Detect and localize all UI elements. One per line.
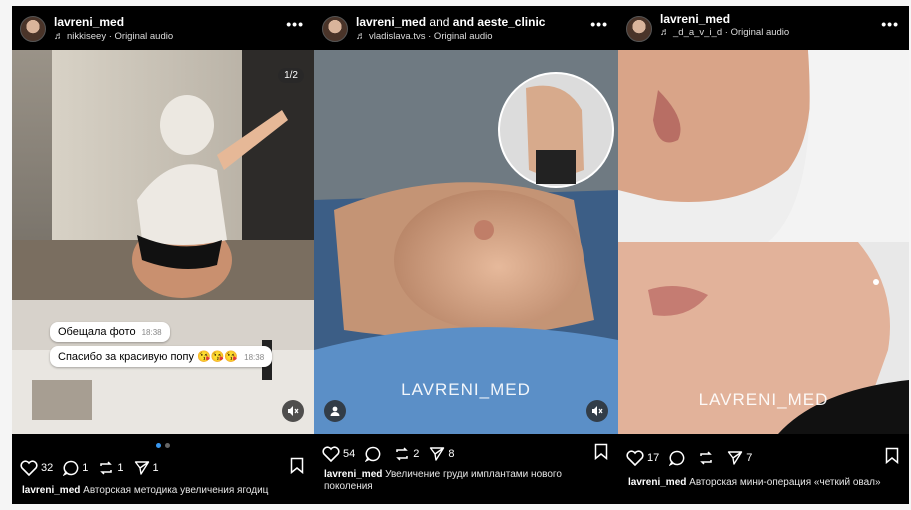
repost-button[interactable] [698,450,717,466]
share-button[interactable]: 7 [727,450,752,466]
send-icon [430,447,445,461]
like-count: 32 [41,462,54,474]
repost-icon [700,451,713,465]
heart-icon [322,446,340,462]
avatar[interactable] [322,16,348,42]
heart-icon [626,450,644,466]
post-caption: lavreni_med Авторская методика увеличени… [22,485,269,496]
bookmark-icon[interactable] [594,443,608,465]
post-header: lavreni_med and and aeste_clinic ♬ vladis… [314,6,618,50]
share-count: 7 [746,452,753,464]
chat-bubble: Спасибо за красивую попу 😘😘😘 18:38 [50,346,273,367]
comment-count: 1 [82,462,89,474]
photo-surgery [314,50,618,434]
audio-label[interactable]: ♬ nikkiseey · Original audio [54,31,173,42]
post-card-2: lavreni_med and and aeste_clinic ♬ vladis… [314,6,618,504]
more-dots-icon[interactable]: ••• [286,16,304,32]
muted-speaker-icon[interactable] [282,400,304,422]
repost-button[interactable]: 2 [394,446,419,462]
heart-icon [20,460,38,476]
share-count: 1 [152,462,159,474]
share-button[interactable]: 8 [429,446,455,462]
post-username[interactable]: lavreni_med and and aeste_clinic [356,15,545,29]
comment-button[interactable] [669,450,688,466]
share-button[interactable]: 1 [134,460,159,476]
bookmark-icon[interactable] [885,447,899,469]
watermark: LAVRENI_MED [698,390,829,409]
carousel-counter: 1/2 [278,68,304,83]
repost-icon [396,447,409,461]
post-media[interactable]: 1/2 Обещала фото 18:38 Спасибо за красиву… [12,50,314,434]
post-caption: lavreni_med Увеличение груди имплантами … [324,469,562,492]
carousel-dots [12,443,314,448]
send-icon [134,461,149,475]
post-username[interactable]: lavreni_med [54,15,124,29]
action-bar: 32 1 1 1 [20,457,306,479]
comment-button[interactable] [365,446,384,462]
music-note-icon: ♬ [660,27,670,38]
post-card-1: lavreni_med ♬ nikkiseey · Original audio … [12,6,314,504]
post-media[interactable]: LAVRENI_MED [618,50,909,434]
action-bar: 17 7 [626,447,901,469]
like-button[interactable]: 17 [626,450,659,466]
action-bar: 54 2 8 [322,443,610,465]
audio-label[interactable]: ♬ _d_a_v_i_d · Original audio [660,27,789,38]
more-dots-icon[interactable]: ••• [881,16,899,32]
repost-button[interactable]: 1 [98,460,124,476]
photo-before-after [618,50,909,434]
music-note-icon: ♬ [54,31,64,42]
user-tag-icon[interactable] [324,400,346,422]
post-header: lavreni_med ♬ nikkiseey · Original audio … [12,6,314,50]
chat-bubble: Обещала фото 18:38 [50,322,170,342]
comment-icon [63,460,79,476]
like-button[interactable]: 54 [322,446,355,462]
screenshot-collage: lavreni_med ♬ nikkiseey · Original audio … [0,0,911,510]
bookmark-icon[interactable] [290,457,304,479]
repost-count: 1 [117,462,124,474]
post-media[interactable]: LAVRENI_MED [314,50,618,434]
post-header: lavreni_med ♬ _d_a_v_i_d · Original audio… [618,6,909,50]
muted-speaker-icon[interactable] [586,400,608,422]
audio-label[interactable]: ♬ vladislava.tvs · Original audio [356,31,493,42]
post-card-3: lavreni_med ♬ _d_a_v_i_d · Original audio… [618,6,909,504]
music-note-icon: ♬ [356,31,366,42]
photo-bathroom [12,50,314,434]
avatar[interactable] [20,16,46,42]
like-count: 54 [343,448,356,460]
post-caption: lavreni_med Авторская мини-операция «чет… [628,477,881,488]
more-dots-icon[interactable]: ••• [590,16,608,32]
repost-count: 2 [413,448,420,460]
like-count: 17 [647,452,660,464]
comment-icon [365,446,381,462]
post-username[interactable]: lavreni_med [660,12,730,26]
comment-icon [669,450,685,466]
like-button[interactable]: 32 [20,460,53,476]
comment-button[interactable]: 1 [63,460,88,476]
watermark: LAVRENI_MED [401,380,531,399]
repost-icon [100,461,113,475]
avatar[interactable] [626,16,652,42]
send-icon [728,451,743,465]
share-count: 8 [448,448,455,460]
